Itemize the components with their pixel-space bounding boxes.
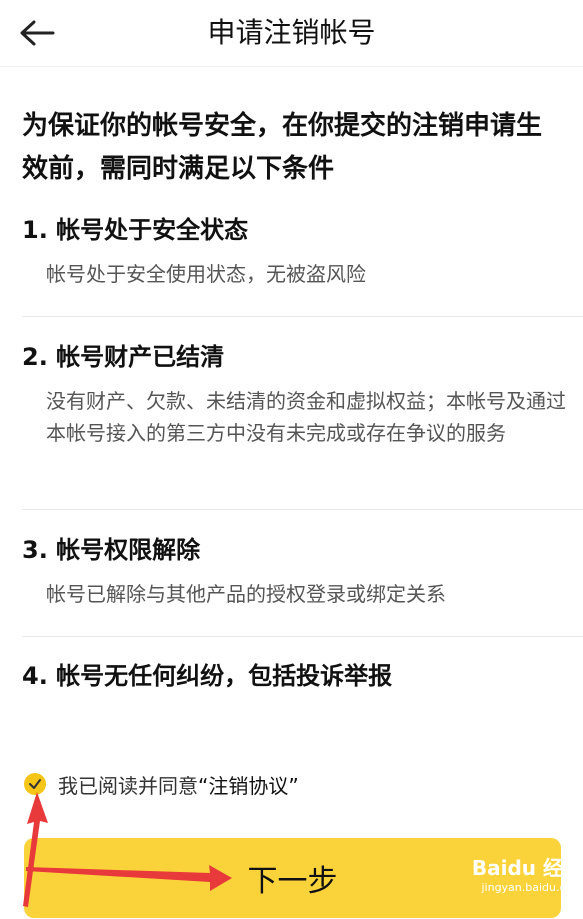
condition-item: 3. 帐号权限解除 帐号已解除与其他产品的授权登录或绑定关系	[22, 534, 567, 610]
condition-desc: 没有财产、欠款、未结清的资金和虚拟权益；本帐号及通过本帐号接入的第三方中没有未完…	[46, 389, 566, 445]
condition-item: 1. 帐号处于安全状态 帐号处于安全使用状态，无被盗风险	[22, 214, 567, 290]
condition-title: 1. 帐号处于安全状态	[22, 216, 249, 244]
condition-title: 2. 帐号财产已结清	[22, 343, 225, 371]
watermark-url: jingyan.baidu.com	[481, 881, 583, 894]
page-title: 申请注销帐号	[207, 16, 376, 49]
agreement-link[interactable]: “注销协议”	[198, 770, 299, 799]
checkmark-icon	[29, 779, 41, 789]
condition-title: 4. 帐号无任何纠纷，包括投诉举报	[22, 662, 393, 690]
next-step-label: 下一步	[247, 864, 338, 899]
agreement-text: 我已阅读并同意	[58, 773, 198, 798]
divider	[22, 636, 583, 637]
checkbox-checked-icon[interactable]	[24, 773, 46, 795]
condition-title: 3. 帐号权限解除	[22, 536, 201, 564]
agreement-row: 我已阅读并同意 “注销协议”	[24, 768, 299, 800]
divider	[22, 316, 583, 317]
divider	[22, 509, 583, 510]
intro-text: 为保证你的帐号安全，在你提交的注销申请生效前，需同时满足以下条件	[22, 111, 543, 184]
condition-desc: 帐号处于安全使用状态，无被盗风险	[46, 262, 366, 286]
baidu-watermark: Baidu 经验 jingyan.baidu.com	[448, 856, 583, 916]
watermark-brand: Baidu 经验	[471, 856, 583, 880]
app-header: 申请注销帐号	[0, 0, 583, 67]
condition-desc: 帐号已解除与其他产品的授权登录或绑定关系	[46, 582, 446, 606]
condition-item: 4. 帐号无任何纠纷，包括投诉举报	[22, 660, 567, 692]
condition-item: 2. 帐号财产已结清 没有财产、欠款、未结清的资金和虚拟权益；本帐号及通过本帐号…	[22, 341, 567, 449]
